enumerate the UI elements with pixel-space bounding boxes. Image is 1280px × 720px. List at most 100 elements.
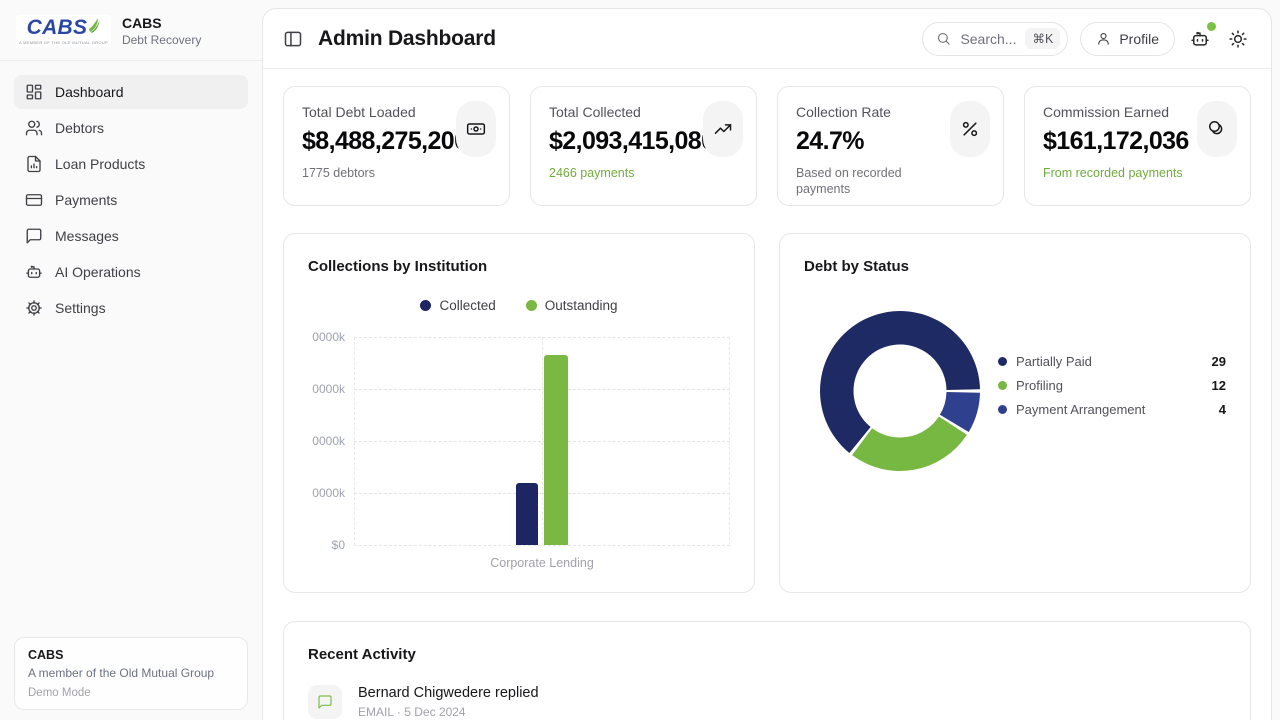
- legend-label: Outstanding: [545, 298, 618, 313]
- legend-label: Profiling: [1016, 378, 1203, 393]
- search-input[interactable]: Search... ⌘K: [922, 22, 1068, 56]
- y-tick-label: $0: [332, 538, 345, 552]
- sidebar-item-dashboard[interactable]: Dashboard: [14, 75, 248, 109]
- sidebar-footer-card: CABS A member of the Old Mutual Group De…: [14, 637, 248, 710]
- brand-name: CABS: [122, 15, 201, 31]
- legend-dot: [998, 381, 1007, 390]
- sidebar-nav: Dashboard Debtors Loan Products Payments Mes…: [0, 61, 262, 325]
- message-square-icon: [25, 227, 43, 245]
- bar-chart-title: Collections by Institution: [308, 258, 730, 275]
- search-icon: [936, 31, 951, 46]
- sidebar-item-label: Payments: [55, 192, 117, 208]
- bar-chart-plot: [354, 337, 730, 545]
- donut-legend: Partially Paid29Profiling12Payment Arran…: [998, 354, 1226, 417]
- percent-icon: [950, 101, 990, 157]
- logo-tagline: A MEMBER OF THE OLD MUTUAL GROUP: [19, 40, 108, 45]
- activity-list: Bernard Chigwedere replied EMAIL · 5 Dec …: [308, 685, 1226, 719]
- sidebar-item-settings[interactable]: Settings: [14, 291, 248, 325]
- stat-card-commission-earned: Commission Earned$161,172,036From record…: [1024, 86, 1251, 206]
- activity-item[interactable]: Bernard Chigwedere replied EMAIL · 5 Dec …: [308, 685, 1226, 719]
- page-title: Admin Dashboard: [318, 27, 496, 51]
- legend-value: 4: [1219, 402, 1226, 417]
- credit-card-icon: [25, 191, 43, 209]
- topbar: Admin Dashboard Search... ⌘K Profile: [263, 9, 1271, 69]
- sidebar-item-messages[interactable]: Messages: [14, 219, 248, 253]
- ai-status-dot: [1207, 22, 1216, 31]
- recent-activity-card: Recent Activity Bernard Chigwedere repli…: [283, 621, 1251, 720]
- users-icon: [25, 119, 43, 137]
- sidebar-item-payments[interactable]: Payments: [14, 183, 248, 217]
- stat-card-total-collected: Total Collected$2,093,415,0802466 paymen…: [530, 86, 757, 206]
- gridline: [354, 545, 730, 546]
- profile-label: Profile: [1119, 31, 1159, 47]
- file-chart-icon: [25, 155, 43, 173]
- legend-value: 29: [1212, 354, 1226, 369]
- profile-button[interactable]: Profile: [1080, 22, 1175, 56]
- activity-item-title: Bernard Chigwedere replied: [358, 685, 539, 701]
- sidebar-toggle-icon[interactable]: [283, 29, 303, 49]
- stat-cards-row: Total Debt Loaded$8,488,275,2001775 debt…: [283, 86, 1251, 206]
- footer-membership: A member of the Old Mutual Group: [28, 666, 234, 680]
- logo-wordmark: CABS: [27, 17, 88, 38]
- donut-segment-profiling: [852, 417, 967, 471]
- dashboard-content: Total Debt Loaded$8,488,275,2001775 debt…: [263, 69, 1271, 720]
- y-tick-label: 0000k: [312, 486, 345, 500]
- legend-dot: [998, 357, 1007, 366]
- sidebar-item-label: Debtors: [55, 120, 104, 136]
- banknote-icon: [456, 101, 496, 157]
- y-tick-label: 0000k: [312, 382, 345, 396]
- settings-icon: [25, 299, 43, 317]
- search-placeholder: Search...: [960, 31, 1016, 47]
- brand-header: CABS A MEMBER OF THE OLD MUTUAL GROUP CA…: [0, 0, 262, 60]
- stat-subtext: 1775 debtors: [302, 165, 452, 181]
- donut-chart-title: Debt by Status: [804, 258, 1226, 275]
- footer-org: CABS: [28, 648, 234, 662]
- theme-toggle-button[interactable]: [1225, 26, 1251, 52]
- debt-status-card: Debt by Status Partially Paid 29 Profiling…: [779, 233, 1251, 593]
- stat-subtext: 2466 payments: [549, 165, 699, 181]
- sidebar-item-debtors[interactable]: Debtors: [14, 111, 248, 145]
- user-icon: [1096, 31, 1111, 46]
- stat-card-total-debt-loaded: Total Debt Loaded$8,488,275,2001775 debt…: [283, 86, 510, 206]
- coins-icon: [1197, 101, 1237, 157]
- sidebar: CABS A MEMBER OF THE OLD MUTUAL GROUP CA…: [0, 0, 262, 720]
- sidebar-item-ai-operations[interactable]: AI Operations: [14, 255, 248, 289]
- legend-label: Collected: [439, 298, 495, 313]
- donut-legend-item-profiling: Profiling 12: [998, 378, 1226, 393]
- activity-item-meta: EMAIL · 5 Dec 2024: [358, 705, 539, 719]
- sidebar-item-label: Loan Products: [55, 156, 145, 172]
- legend-label: Partially Paid: [1016, 354, 1203, 369]
- sun-icon: [1228, 29, 1248, 49]
- message-square-icon: [308, 685, 342, 719]
- bar-chart: 0000k0000k0000k0000k$0: [308, 337, 730, 545]
- donut-legend-item-partially-paid: Partially Paid 29: [998, 354, 1226, 369]
- stat-subtext: From recorded payments: [1043, 165, 1193, 181]
- footer-mode-badge: Demo Mode: [28, 687, 234, 699]
- trending-up-icon: [703, 101, 743, 157]
- collections-chart-card: Collections by Institution Collected Outs…: [283, 233, 755, 593]
- bot-icon: [1190, 29, 1210, 49]
- bar-chart-y-axis: 0000k0000k0000k0000k$0: [308, 337, 354, 545]
- search-shortcut-badge: ⌘K: [1025, 28, 1060, 49]
- legend-item-collected: Collected: [420, 298, 495, 313]
- stat-card-collection-rate: Collection Rate24.7%Based on recorded pa…: [777, 86, 1004, 206]
- bar-outstanding: [544, 355, 568, 545]
- legend-label: Payment Arrangement: [1016, 402, 1210, 417]
- gridline: [354, 337, 355, 545]
- legend-dot: [420, 300, 431, 311]
- sidebar-item-label: Dashboard: [55, 84, 124, 100]
- bar-collected: [516, 483, 538, 545]
- bar-chart-x-label: Corporate Lending: [308, 556, 730, 570]
- donut-chart: [812, 303, 988, 479]
- gridline: [542, 337, 543, 545]
- activity-title: Recent Activity: [308, 646, 1226, 663]
- legend-value: 12: [1212, 378, 1226, 393]
- ai-assistant-button[interactable]: [1187, 26, 1213, 52]
- stat-subtext: Based on recorded payments: [796, 165, 946, 198]
- layout-dashboard-icon: [25, 83, 43, 101]
- brand-subtitle: Debt Recovery: [122, 33, 201, 47]
- sidebar-item-label: Messages: [55, 228, 119, 244]
- cabs-logo: CABS A MEMBER OF THE OLD MUTUAL GROUP: [16, 15, 111, 47]
- donut-legend-item-payment-arrangement: Payment Arrangement 4: [998, 402, 1226, 417]
- sidebar-item-loan-products[interactable]: Loan Products: [14, 147, 248, 181]
